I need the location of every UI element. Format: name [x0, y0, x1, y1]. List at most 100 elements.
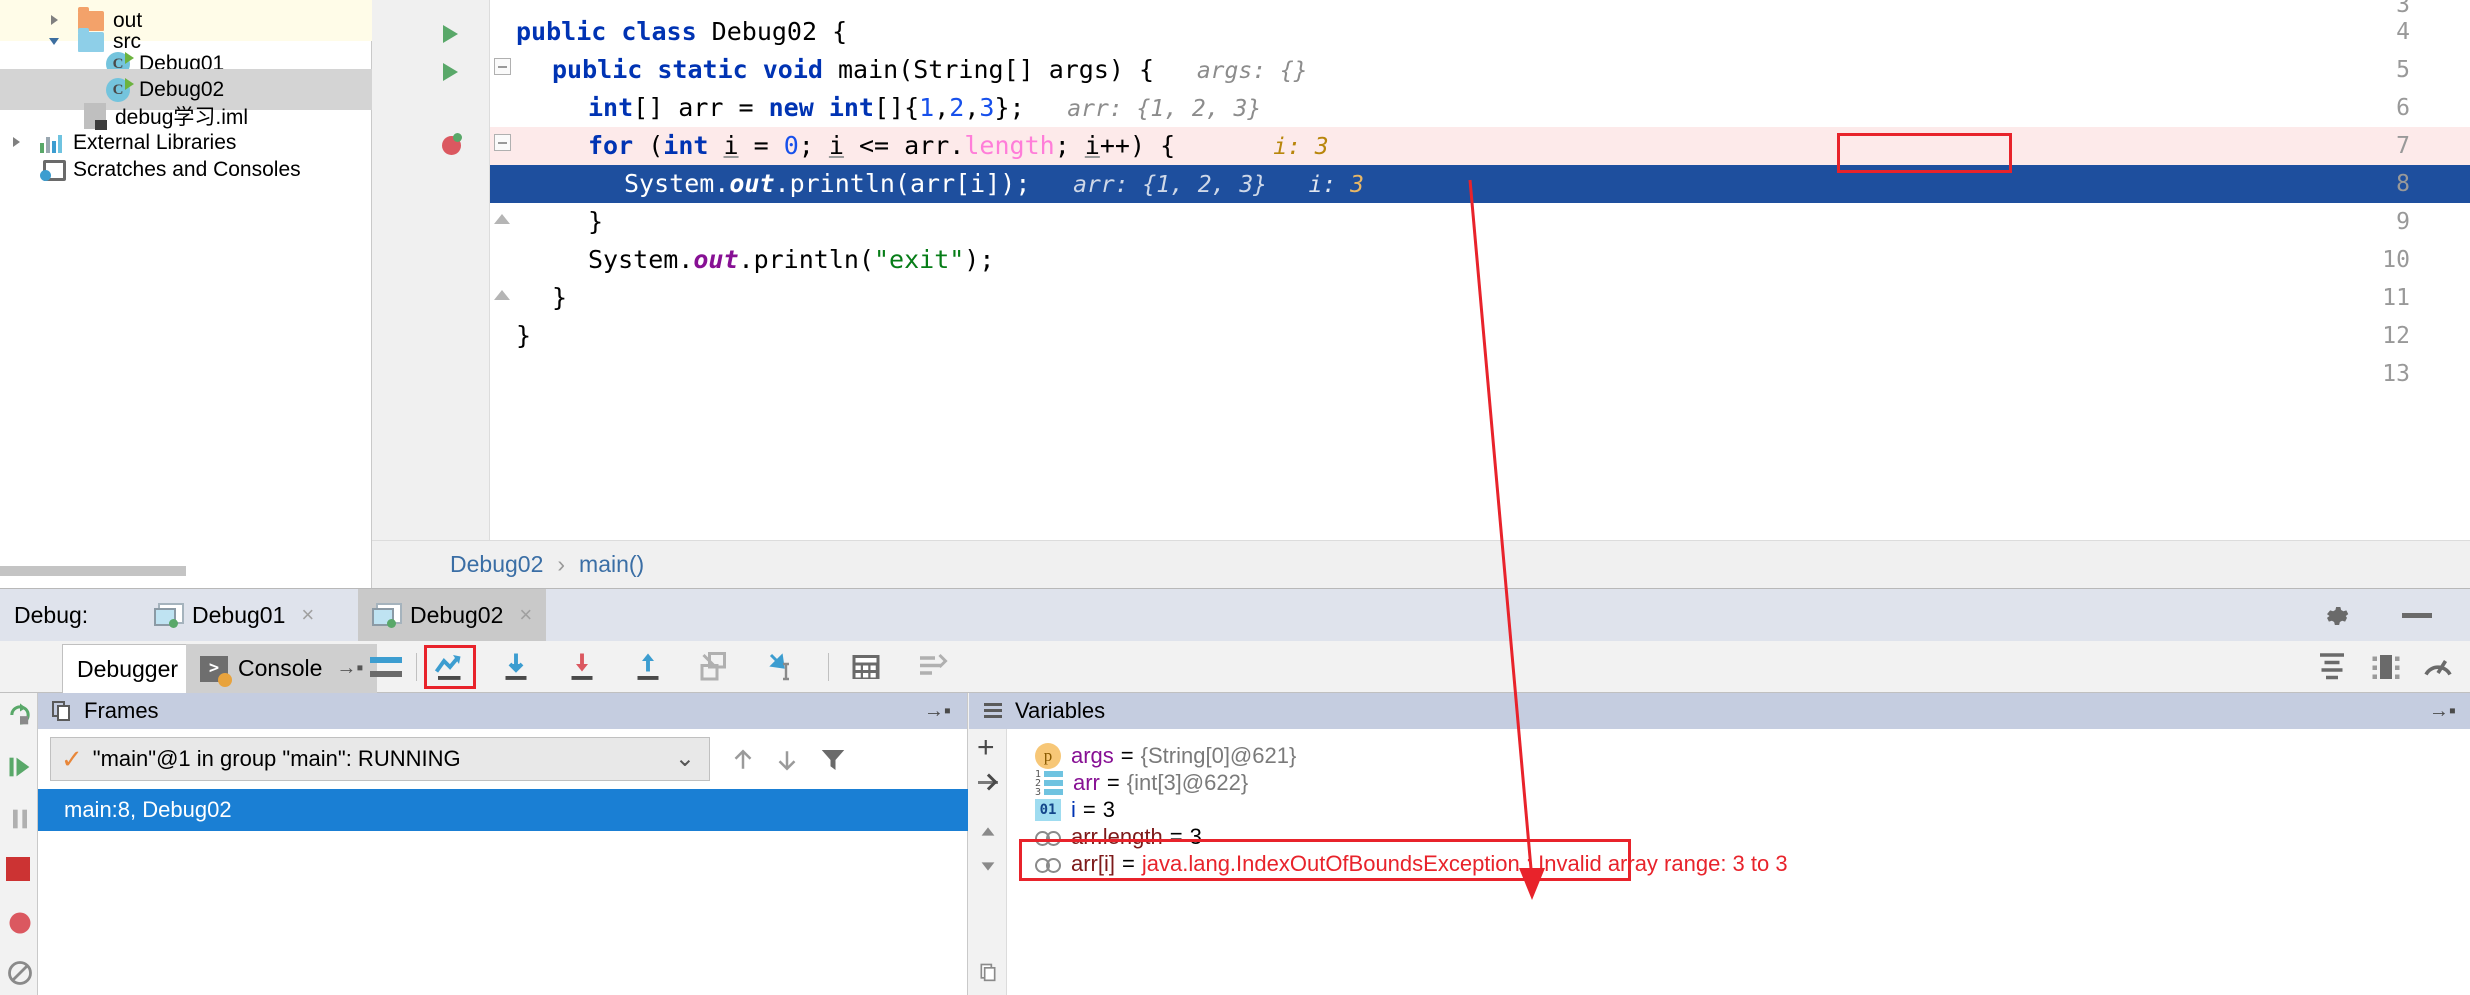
- drop-frame-icon[interactable]: [696, 649, 732, 685]
- debug-session-tab-debug02[interactable]: Debug02 ×: [358, 589, 546, 641]
- breadcrumb[interactable]: Debug02 › main(): [372, 540, 2470, 588]
- tree-item-scratches[interactable]: Scratches and Consoles: [0, 149, 372, 190]
- debug-action-strip: [0, 693, 38, 995]
- line-number: 4: [2350, 13, 2410, 51]
- variables-panel-header: Variables →▪: [969, 693, 2470, 729]
- stack-frame-label: main:8, Debug02: [64, 797, 232, 823]
- debug-session-tab-debug01[interactable]: Debug01 ×: [140, 589, 328, 641]
- run-class-icon[interactable]: [440, 13, 460, 51]
- line-number: 6: [2350, 89, 2410, 127]
- line-number: 11: [2350, 279, 2410, 317]
- tab-label: Debug02: [410, 602, 503, 629]
- breadcrumb-class[interactable]: Debug02: [450, 551, 543, 578]
- scroll-down-icon[interactable]: [977, 855, 999, 882]
- breadcrumb-method[interactable]: main(): [579, 551, 644, 578]
- frames-settings-icon[interactable]: →▪: [924, 700, 951, 723]
- restore-layout-icon[interactable]: [2368, 649, 2404, 685]
- code-editor[interactable]: 3 4 5 6 7 8 9 10 11 12 13 public class D…: [372, 0, 2470, 588]
- variable-value: {int[3]@622}: [1127, 770, 1248, 796]
- tab-label: Debug01: [192, 602, 285, 629]
- debug-tab-bar: Debug: Debug01 × Debug02 ×: [0, 589, 2470, 641]
- close-icon[interactable]: ×: [301, 602, 314, 628]
- code-line-8[interactable]: System.out.println(arr[i]); arr: {1, 2, …: [624, 165, 1364, 203]
- breakpoint-icon[interactable]: [440, 127, 462, 165]
- variables-panel: Variables →▪ + p args =: [969, 693, 2470, 995]
- run-method-icon[interactable]: [440, 51, 460, 89]
- rerun-icon[interactable]: [6, 701, 34, 729]
- thread-selector[interactable]: ✓ "main"@1 in group "main": RUNNING ⌄: [50, 737, 710, 781]
- copy-icon[interactable]: [978, 961, 998, 988]
- scratches-icon: [40, 159, 64, 181]
- show-execution-point-icon[interactable]: [368, 649, 404, 685]
- pin-icon[interactable]: →▪: [336, 657, 363, 680]
- stop-icon[interactable]: [6, 857, 34, 885]
- fold-end-icon[interactable]: [490, 279, 516, 317]
- console-icon: >: [200, 656, 228, 682]
- frames-title: Frames: [84, 698, 159, 724]
- code-line-7[interactable]: for (int i = 0; i <= arr.length; i++) { …: [588, 127, 1329, 165]
- code-line-11[interactable]: }: [552, 279, 567, 317]
- line-number: 13: [2350, 355, 2410, 393]
- tab-console[interactable]: > Console →▪: [186, 644, 377, 693]
- frames-filter-icon[interactable]: [818, 745, 848, 775]
- frames-panel: Frames →▪ ✓ "main"@1 in group "main": RU…: [38, 693, 968, 995]
- fold-minus-icon[interactable]: [490, 51, 516, 89]
- evaluate-expression-icon[interactable]: [848, 649, 884, 685]
- profiler-icon[interactable]: [2420, 649, 2456, 685]
- line-number: 7: [2350, 127, 2410, 165]
- top-area: out src C Debug01 C Debug02 debug学习.iml: [0, 0, 2470, 588]
- frames-down-icon[interactable]: [772, 745, 802, 775]
- step-out-icon[interactable]: [630, 649, 666, 685]
- debug-tool-window: Debug: Debug01 × Debug02 × Debugger: [0, 588, 2470, 995]
- line-number: 9: [2350, 203, 2410, 241]
- run-config-icon: [372, 603, 398, 627]
- code-line-10[interactable]: System.out.println("exit");: [588, 241, 994, 279]
- code-line-6[interactable]: int[] arr = new int[]{1,2,3}; arr: {1, 2…: [588, 89, 1261, 127]
- frames-up-icon[interactable]: [728, 745, 758, 775]
- resume-program-icon[interactable]: [6, 753, 34, 781]
- project-tree-panel[interactable]: out src C Debug01 C Debug02 debug学习.iml: [0, 0, 372, 588]
- tab-label: Console: [238, 655, 322, 682]
- scroll-up-icon[interactable]: [977, 821, 999, 848]
- pause-program-icon[interactable]: [6, 805, 34, 833]
- fold-minus-icon[interactable]: [490, 127, 516, 165]
- add-watch-icon[interactable]: +: [977, 737, 995, 759]
- editor-gutter[interactable]: [372, 0, 490, 540]
- breadcrumb-separator: ›: [557, 551, 565, 578]
- gear-icon[interactable]: [2322, 601, 2352, 631]
- annotation-box-exception: [1019, 839, 1631, 881]
- tree-item-label: Scratches and Consoles: [73, 158, 301, 182]
- view-breakpoints-icon[interactable]: [6, 909, 34, 937]
- code-line-5[interactable]: public static void main(String[] args) {…: [552, 51, 1308, 89]
- code-line-12[interactable]: }: [516, 317, 531, 355]
- frames-panel-header: Frames →▪: [38, 693, 967, 729]
- close-icon[interactable]: ×: [519, 602, 532, 628]
- run-config-icon: [154, 603, 180, 627]
- mute-breakpoints-icon[interactable]: [6, 959, 34, 987]
- line-number: 12: [2350, 317, 2410, 355]
- horizontal-scrollbar[interactable]: [0, 566, 186, 576]
- frames-icon: [50, 699, 74, 723]
- force-step-into-icon[interactable]: [564, 649, 600, 685]
- code-line-9[interactable]: }: [588, 203, 603, 241]
- run-to-cursor-icon[interactable]: [762, 649, 798, 685]
- layout-settings-icon[interactable]: [2314, 649, 2350, 685]
- line-number: 8: [2350, 165, 2410, 203]
- variables-title: Variables: [1015, 698, 1105, 724]
- intellij-idea-window: out src C Debug01 C Debug02 debug学习.iml: [0, 0, 2470, 995]
- chevron-down-icon[interactable]: ⌄: [675, 752, 695, 766]
- fold-end-icon[interactable]: [490, 203, 516, 241]
- tab-label: Debugger: [77, 656, 178, 683]
- variables-settings-icon[interactable]: →▪: [2429, 700, 2456, 723]
- step-into-icon[interactable]: [498, 649, 534, 685]
- code-line-4[interactable]: public class Debug02 {: [516, 13, 847, 51]
- annotation-box-inline-hint: [1837, 133, 2012, 173]
- tab-debugger[interactable]: Debugger: [62, 644, 193, 693]
- debug-label: Debug:: [14, 589, 88, 641]
- expand-arrow-icon[interactable]: [977, 762, 999, 804]
- debugger-toolbar: Debugger > Console →▪: [0, 641, 2470, 693]
- thread-status-icon: ✓: [61, 744, 83, 775]
- sort-variables-icon[interactable]: [914, 649, 950, 685]
- minimize-icon[interactable]: [2402, 613, 2432, 618]
- stack-frame-row[interactable]: main:8, Debug02: [38, 789, 968, 831]
